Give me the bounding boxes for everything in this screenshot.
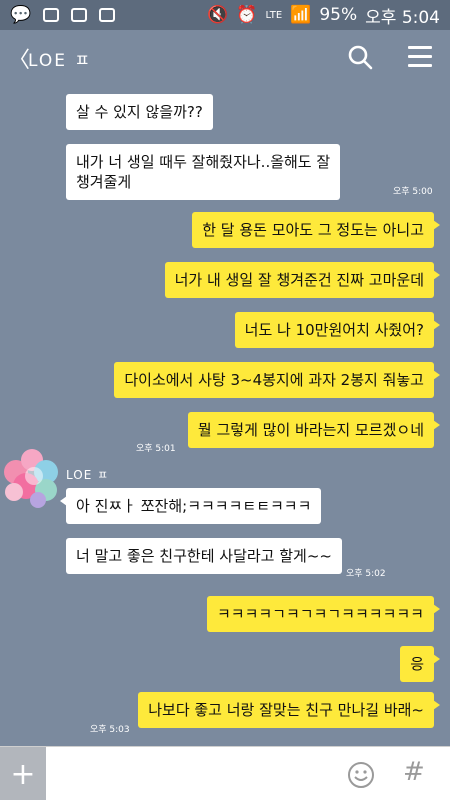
message-notification-icon <box>99 8 116 22</box>
system-indicators: 🔇 ⏰ LTE 📶 95% 오후 5:04 <box>207 3 440 28</box>
message-bubble[interactable]: 너 말고 좋은 친구한테 사달라고 할게~~ <box>66 538 342 574</box>
message-bubble[interactable]: 내가 너 생일 때두 잘해줬자나..올해도 잘 챙겨줄게 <box>66 144 341 200</box>
chat-notification-icon: 💬 <box>10 5 32 25</box>
network-type: LTE <box>265 9 283 21</box>
message-time: 오후 5:03 <box>90 725 130 735</box>
message-bubble[interactable]: 한 달 용돈 모아도 그 정도는 아니고 <box>192 212 440 248</box>
message-bubble[interactable]: 뭘 그렇게 많이 바라는지 모르겠ㅇ네 <box>187 412 441 448</box>
image-notification-icon <box>43 8 60 22</box>
chat-area[interactable]: 살 수 있지 않을까?? 내가 너 생일 때두 잘해줬자나..올해도 잘 챙겨줄… <box>0 86 450 746</box>
emoji-icon[interactable] <box>347 761 375 789</box>
chat-header: 〈 LOE ㅍ <box>0 30 450 86</box>
plus-icon[interactable]: + <box>0 747 46 800</box>
back-icon[interactable]: 〈 <box>8 42 30 74</box>
message-bubble[interactable]: ㅋㅋㅋㅋㄱㅋㄱㅋㄱㅋㅋㅋㅋㅋㅋ <box>206 596 441 632</box>
message-bubble[interactable]: 응 <box>400 646 440 682</box>
message-input-bar: + # <box>0 746 450 800</box>
status-bar: 💬 🔇 ⏰ LTE 📶 95% 오후 5:04 <box>0 0 450 30</box>
hash-icon[interactable]: # <box>403 757 425 787</box>
mute-icon: 🔇 <box>207 5 229 25</box>
message-time: 오후 5:00 <box>393 187 433 197</box>
message-input[interactable] <box>52 757 332 791</box>
chat-title: LOE ㅍ <box>28 50 93 71</box>
battery-level: 95% <box>319 5 358 25</box>
avatar[interactable] <box>2 442 64 512</box>
menu-icon[interactable] <box>408 46 432 68</box>
message-time: 오후 5:01 <box>136 444 176 454</box>
message-time: 오후 5:02 <box>346 569 386 579</box>
alarm-icon: ⏰ <box>236 5 258 25</box>
message-bubble[interactable]: 살 수 있지 않을까?? <box>66 94 213 130</box>
message-bubble[interactable]: 나보다 좋고 너랑 잘맞는 친구 만나길 바래~ <box>138 692 440 728</box>
search-icon[interactable] <box>347 44 373 70</box>
message-bubble[interactable]: 너도 나 10만원어치 사줬어? <box>234 312 441 348</box>
message-bubble[interactable]: 너가 내 생일 잘 챙겨준건 진짜 고마운데 <box>164 262 441 298</box>
notification-icons: 💬 <box>10 5 116 25</box>
status-time: 오후 5:04 <box>365 7 440 28</box>
signal-icon: 📶 <box>290 5 312 25</box>
message-bubble[interactable]: 아 진ㅉㅏ 쪼잔해;ㅋㅋㅋㅋㅌㅌㅋㅋㅋ <box>59 488 322 524</box>
mail-notification-icon <box>71 8 88 22</box>
message-bubble[interactable]: 다이소에서 사탕 3~4봉지에 과자 2봉지 줘놓고 <box>114 362 440 398</box>
sender-name: LOE ㅍ <box>66 468 110 482</box>
